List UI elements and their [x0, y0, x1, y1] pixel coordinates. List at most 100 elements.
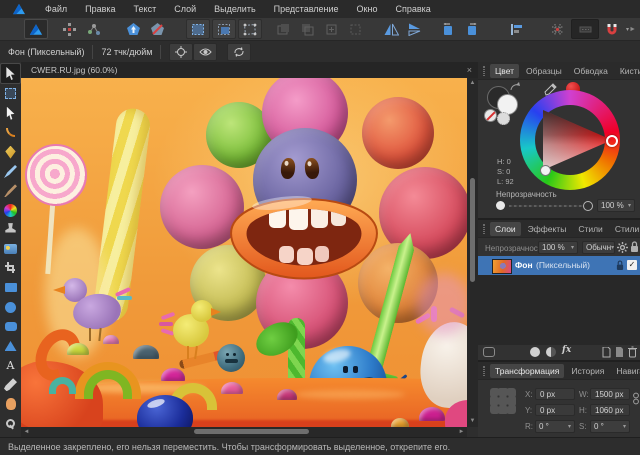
opacity-value-combo[interactable]: 100 % ▾ — [597, 199, 635, 212]
hide-selection-button[interactable] — [193, 43, 217, 61]
menu-item-6[interactable]: Представление — [265, 0, 348, 18]
liquify-persona-button[interactable] — [59, 20, 81, 38]
menu-item-7[interactable]: Окно — [348, 0, 387, 18]
layer-visibility-checkbox[interactable]: ✓ — [627, 260, 637, 270]
rotate-ccw-button[interactable] — [437, 20, 459, 38]
pencil-tool[interactable] — [1, 162, 20, 181]
menu-item-3[interactable]: Текст — [125, 0, 166, 18]
lock-icon[interactable] — [630, 241, 639, 253]
flip-vertical-button[interactable] — [405, 20, 427, 38]
layers-opacity-combo[interactable]: 100 % ▾ — [538, 241, 578, 254]
rotate-cw-button[interactable] — [461, 20, 483, 38]
scroll-up-icon[interactable]: ▲ — [468, 79, 477, 88]
opacity-knob[interactable] — [496, 201, 505, 210]
assistant-off-button[interactable] — [146, 20, 168, 38]
color-tab-2[interactable]: Образцы — [521, 64, 567, 78]
snapping-button[interactable] — [601, 20, 623, 38]
layers-tab-4[interactable]: Стили текста — [610, 222, 640, 236]
h-field[interactable]: 1060 px — [590, 404, 630, 416]
clone-stamp-tool[interactable] — [1, 220, 20, 239]
selection-new-button[interactable] — [186, 19, 210, 39]
snapshot-add-button-disabled[interactable] — [273, 20, 295, 38]
transform-tab-3[interactable]: Навигатор — [611, 364, 640, 378]
document-tab[interactable]: CWER.RU.jpg (60.0%) — [21, 65, 127, 75]
ellipse-tool[interactable] — [1, 298, 20, 317]
s-combo[interactable]: 0 ° ▾ — [590, 420, 630, 433]
hscroll-thumb[interactable] — [194, 429, 309, 434]
menu-item-4[interactable]: Слой — [165, 0, 205, 18]
snapshot-new-button-disabled[interactable] — [321, 20, 343, 38]
opacity-slider-end[interactable] — [583, 201, 593, 211]
text-tool[interactable]: A — [1, 356, 20, 375]
color-tab-3[interactable]: Обводка — [569, 64, 613, 78]
color-picker-tool[interactable] — [1, 375, 20, 394]
panel-drag-handle[interactable] — [483, 66, 485, 76]
rectangle-tool[interactable] — [1, 278, 20, 297]
marquee-select-tool[interactable] — [1, 84, 20, 103]
layer-lock-icon[interactable] — [616, 260, 624, 271]
layers-empty-area[interactable] — [478, 275, 640, 345]
rounded-rectangle-tool[interactable] — [1, 317, 20, 336]
panel-drag-handle[interactable] — [483, 366, 485, 376]
opacity-slider-track[interactable] — [509, 205, 583, 207]
vscroll-thumb[interactable] — [470, 178, 475, 282]
live-filter-icon[interactable]: fx — [562, 345, 571, 355]
new-pixel-layer-icon[interactable] — [615, 347, 624, 358]
anchor-point-selector[interactable] — [490, 388, 516, 414]
alignment-button[interactable] — [506, 20, 528, 38]
layer-settings-gear-icon[interactable] — [617, 242, 628, 253]
canvas-vscrollbar[interactable]: ▲ ▼ — [467, 78, 478, 427]
selection-transform-button[interactable] — [238, 19, 262, 39]
color-tab-4[interactable]: Кисти — [615, 64, 640, 78]
menu-item-5[interactable]: Выделить — [205, 0, 265, 18]
swap-colors-icon[interactable] — [510, 82, 521, 92]
new-layer-icon[interactable] — [602, 347, 611, 358]
canvas-viewport[interactable] — [21, 78, 467, 427]
x-field[interactable]: 0 px — [535, 388, 575, 400]
pen-tool[interactable] — [1, 143, 20, 162]
y-field[interactable]: 0 px — [535, 404, 575, 416]
hand-tool[interactable] — [1, 395, 20, 414]
color-tab-1[interactable]: Цвет — [490, 64, 519, 78]
flip-horizontal-button[interactable] — [381, 20, 403, 38]
crop-tool[interactable] — [1, 259, 20, 278]
toolbar-overflow-icon[interactable]: ► — [629, 26, 636, 33]
r-combo[interactable]: 0 ° ▾ — [535, 420, 575, 433]
scroll-left-icon[interactable]: ◄ — [22, 428, 31, 437]
cycle-selection-button[interactable] — [227, 43, 251, 61]
pixel-view-button[interactable] — [571, 19, 599, 39]
grid-toggle-button[interactable] — [547, 20, 569, 38]
delete-layer-trash-icon[interactable] — [628, 346, 637, 358]
corner-tool[interactable] — [1, 123, 20, 142]
rotation-center-button[interactable] — [169, 43, 193, 61]
layers-tab-2[interactable]: Эффекты — [523, 222, 572, 236]
canvas-hscrollbar[interactable]: ◄ ► — [21, 427, 467, 437]
paint-brush-tool[interactable] — [1, 181, 20, 200]
triangle-tool[interactable] — [1, 336, 20, 355]
adjustment-layer-icon[interactable] — [546, 347, 556, 357]
assistant-button[interactable] — [122, 20, 144, 38]
w-field[interactable]: 1500 px — [590, 388, 630, 400]
node-tool[interactable] — [1, 104, 20, 123]
link-dimensions-icon[interactable] — [633, 392, 639, 405]
layer-thumbnail[interactable] — [492, 259, 512, 274]
blend-mode-combo[interactable]: Обычн ▾ — [582, 241, 615, 254]
transform-tab-1[interactable]: Трансформация — [490, 364, 564, 378]
layer-options-icon[interactable] — [483, 347, 495, 357]
move-tool[interactable] — [0, 63, 21, 84]
menu-item-1[interactable]: Файл — [36, 0, 76, 18]
scroll-down-icon[interactable]: ▼ — [468, 417, 477, 426]
menu-item-8[interactable]: Справка — [386, 0, 439, 18]
panel-drag-handle[interactable] — [483, 224, 485, 234]
hue-selector-ring[interactable] — [606, 135, 618, 147]
sl-selector-dot[interactable] — [540, 165, 551, 176]
snapshot-restore-button-disabled[interactable] — [297, 20, 319, 38]
scroll-right-icon[interactable]: ► — [457, 428, 466, 437]
mask-layer-icon[interactable] — [530, 347, 540, 357]
photo-persona-button[interactable] — [24, 19, 48, 39]
layers-tab-1[interactable]: Слои — [490, 222, 521, 236]
snapshot-slot-button-disabled[interactable] — [345, 20, 367, 38]
mono-swatch[interactable] — [497, 112, 510, 125]
transform-tab-2[interactable]: История — [566, 364, 609, 378]
zoom-tool[interactable] — [1, 414, 20, 433]
